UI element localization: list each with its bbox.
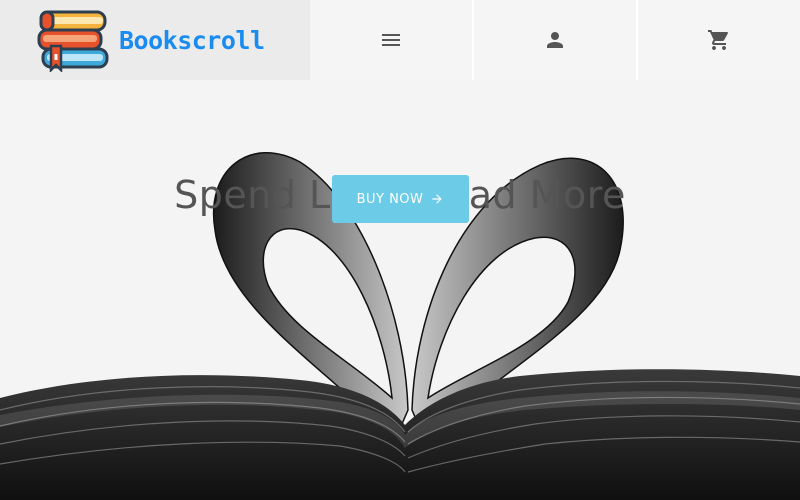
- brand-home-link[interactable]: Bookscroll: [0, 0, 310, 80]
- cart-button[interactable]: [636, 0, 800, 80]
- arrow-right-icon: [432, 194, 443, 204]
- menu-button[interactable]: [310, 0, 472, 80]
- account-button[interactable]: [472, 0, 636, 80]
- buy-now-button[interactable]: BUY NOW: [332, 175, 469, 223]
- brand-name: Bookscroll: [119, 25, 265, 55]
- hamburger-menu-icon: [382, 34, 400, 46]
- person-icon: [547, 32, 563, 48]
- hero-section: Spend Less, Read More: [0, 80, 800, 500]
- top-navigation-bar: Bookscroll: [0, 0, 800, 80]
- shopping-cart-icon: [708, 30, 728, 50]
- heart-book-pages-image: [0, 152, 800, 500]
- buy-now-label: BUY NOW: [356, 191, 424, 207]
- stacked-books-icon: [37, 10, 109, 72]
